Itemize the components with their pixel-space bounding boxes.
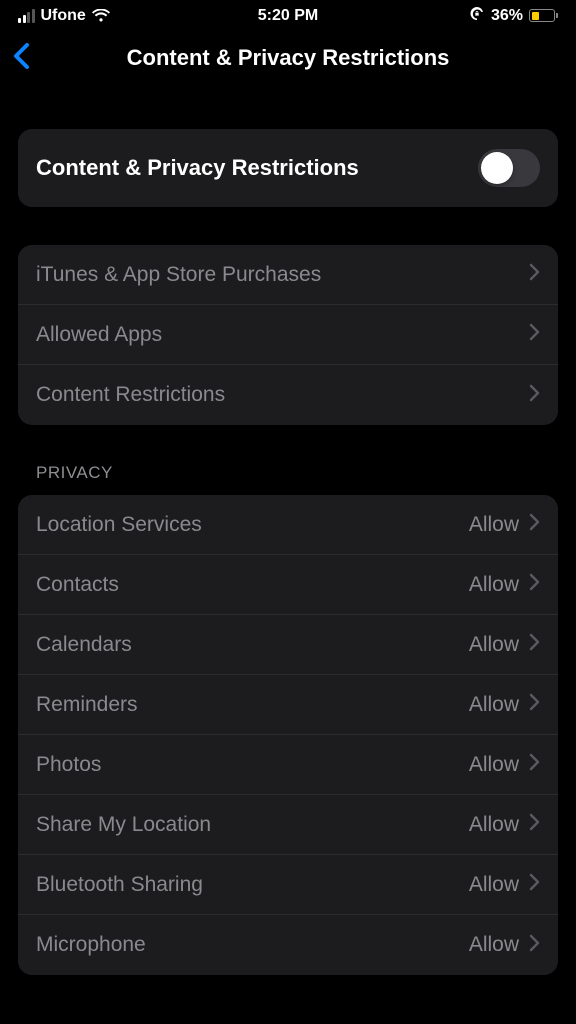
carrier-label: Ufone: [41, 7, 86, 25]
chevron-right-icon: [529, 573, 540, 596]
content-privacy-toggle-row: Content & Privacy Restrictions: [18, 129, 558, 207]
chevron-right-icon: [529, 633, 540, 656]
wifi-icon: [92, 9, 110, 23]
restrictions-group: iTunes & App Store Purchases Allowed App…: [18, 245, 558, 425]
row-label: Share My Location: [36, 813, 211, 837]
allowed-apps-row[interactable]: Allowed Apps: [18, 305, 558, 365]
status-bar: Ufone 5:20 PM 36%: [0, 0, 576, 29]
chevron-right-icon: [529, 813, 540, 836]
row-value: Allow: [469, 753, 519, 777]
chevron-right-icon: [529, 384, 540, 407]
row-label: Reminders: [36, 693, 138, 717]
microphone-row[interactable]: Microphone Allow: [18, 915, 558, 975]
row-value: Allow: [469, 513, 519, 537]
row-value: Allow: [469, 933, 519, 957]
row-label: Photos: [36, 753, 101, 777]
chevron-right-icon: [529, 323, 540, 346]
content-privacy-toggle[interactable]: [478, 149, 540, 187]
row-label: Microphone: [36, 933, 146, 957]
page-title: Content & Privacy Restrictions: [127, 45, 450, 71]
toggle-label: Content & Privacy Restrictions: [36, 155, 359, 181]
row-value: Allow: [469, 693, 519, 717]
chevron-right-icon: [529, 753, 540, 776]
chevron-right-icon: [529, 873, 540, 896]
rotation-lock-icon: [469, 6, 485, 25]
calendars-row[interactable]: Calendars Allow: [18, 615, 558, 675]
photos-row[interactable]: Photos Allow: [18, 735, 558, 795]
signal-icon: [18, 9, 35, 23]
content-restrictions-row[interactable]: Content Restrictions: [18, 365, 558, 425]
back-button[interactable]: [12, 42, 30, 75]
location-services-row[interactable]: Location Services Allow: [18, 495, 558, 555]
status-right: 36%: [469, 6, 558, 25]
row-label: Bluetooth Sharing: [36, 873, 203, 897]
chevron-right-icon: [529, 263, 540, 286]
share-location-row[interactable]: Share My Location Allow: [18, 795, 558, 855]
row-label: Contacts: [36, 573, 119, 597]
row-label: Allowed Apps: [36, 323, 162, 347]
privacy-header: PRIVACY: [36, 463, 558, 483]
row-value: Allow: [469, 633, 519, 657]
nav-header: Content & Privacy Restrictions: [0, 29, 576, 91]
battery-icon: [529, 9, 558, 22]
reminders-row[interactable]: Reminders Allow: [18, 675, 558, 735]
main-toggle-group: Content & Privacy Restrictions: [18, 129, 558, 207]
battery-percent: 36%: [491, 7, 523, 25]
chevron-right-icon: [529, 693, 540, 716]
row-value: Allow: [469, 873, 519, 897]
status-left: Ufone: [18, 7, 110, 25]
chevron-right-icon: [529, 934, 540, 957]
row-label: Location Services: [36, 513, 202, 537]
row-value: Allow: [469, 573, 519, 597]
privacy-group: Location Services Allow Contacts Allow C…: [18, 495, 558, 975]
contacts-row[interactable]: Contacts Allow: [18, 555, 558, 615]
row-label: Content Restrictions: [36, 383, 225, 407]
row-label: iTunes & App Store Purchases: [36, 263, 321, 287]
row-value: Allow: [469, 813, 519, 837]
itunes-purchases-row[interactable]: iTunes & App Store Purchases: [18, 245, 558, 305]
chevron-right-icon: [529, 513, 540, 536]
row-label: Calendars: [36, 633, 132, 657]
status-time: 5:20 PM: [258, 7, 318, 25]
bluetooth-sharing-row[interactable]: Bluetooth Sharing Allow: [18, 855, 558, 915]
